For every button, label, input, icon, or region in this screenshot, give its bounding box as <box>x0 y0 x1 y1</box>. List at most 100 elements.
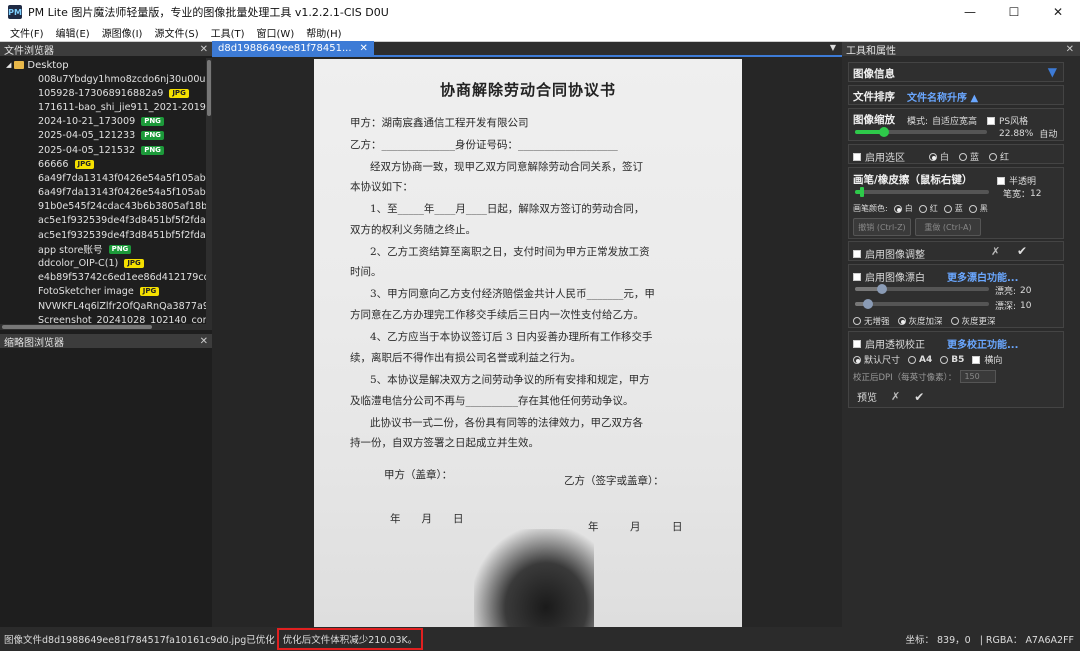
file-item[interactable]: 2025-04-05_121532 PNG <box>0 143 206 157</box>
file-item[interactable]: FotoSketcher image JPG <box>0 285 206 299</box>
perspective-preview-button[interactable]: 预览 <box>857 389 877 404</box>
whiten-none-label: 无增强 <box>864 317 890 327</box>
zoom-section: 图像缩放 模式: 自适应宽高 PS风格 22.88% 自动 <box>848 108 1064 141</box>
enable-perspective-checkbox[interactable] <box>853 339 861 348</box>
maximize-button[interactable]: ☐ <box>992 0 1036 24</box>
menu-window[interactable]: 窗口(W) <box>251 25 301 40</box>
menu-source-image[interactable]: 源图像(I) <box>96 25 149 40</box>
thumbnail-browser-close-icon[interactable]: ✕ <box>200 336 208 347</box>
landscape-checkbox[interactable] <box>972 355 981 364</box>
whiten-brightness-slider[interactable] <box>855 284 989 294</box>
document-text-line: 持一份，自双方签署之日起成立并生效。 <box>350 437 539 449</box>
enable-adjust-label: 启用图像调整 <box>865 250 925 261</box>
brush-width-slider[interactable] <box>855 187 989 197</box>
file-item-label: 2025-04-05_121233 <box>38 130 136 142</box>
image-canvas[interactable]: 协商解除劳动合同协议书 甲方：湖南宸鑫通信工程开发有限公司 乙方：________… <box>212 59 842 627</box>
undo-button[interactable]: 撤销 (Ctrl-Z) <box>853 218 911 236</box>
brush-red-radio[interactable] <box>918 204 927 213</box>
selection-blue-radio[interactable] <box>959 152 968 161</box>
size-a4-radio[interactable] <box>908 355 917 364</box>
close-button[interactable]: ✕ <box>1036 0 1080 24</box>
enable-selection-checkbox[interactable] <box>853 152 861 161</box>
coords-label: 坐标： <box>905 635 934 646</box>
tree-root-desktop[interactable]: ◢ Desktop <box>0 58 206 72</box>
selection-white-radio[interactable] <box>929 152 937 161</box>
file-item[interactable]: 2025-04-05_121233 PNG <box>0 129 206 143</box>
file-item-label: ac5e1f932539de4f3d8451bf5f2fda51 <box>38 229 206 241</box>
brush-blue-label: 蓝 <box>954 204 963 213</box>
perspective-cancel-icon[interactable]: ✗ <box>891 390 900 403</box>
perspective-apply-icon[interactable]: ✔ <box>914 390 924 404</box>
enable-whiten-checkbox[interactable] <box>853 272 861 281</box>
document-text-line: 1、至_____年____月____日起，解除双方签订的劳动合同， <box>370 203 645 215</box>
file-item[interactable]: 6a49f7da13143f0426e54a5f105ab655 <box>0 171 206 185</box>
brush-black-radio[interactable] <box>968 204 977 213</box>
menu-edit[interactable]: 编辑(E) <box>50 25 96 40</box>
file-item[interactable]: 2024-10-21_173009 PNG <box>0 115 206 129</box>
whiten-gray-deeper-radio[interactable] <box>950 317 959 325</box>
ps-style-checkbox[interactable] <box>987 116 995 125</box>
file-tree-hscroll[interactable] <box>0 324 206 330</box>
menu-source-file[interactable]: 源文件(S) <box>148 25 204 40</box>
file-item[interactable]: app store账号 PNG <box>0 242 206 256</box>
menu-help[interactable]: 帮助(H) <box>300 25 347 40</box>
whiten-gray-deeper-label: 灰度更深 <box>961 317 996 327</box>
file-item[interactable]: ac5e1f932539de4f3d8451bf5f2fda51 <box>0 228 206 242</box>
file-item[interactable]: 66666 JPG <box>0 157 206 171</box>
enable-adjust-checkbox[interactable] <box>853 249 861 258</box>
expand-arrow-icon[interactable]: ◢ <box>6 61 11 69</box>
dpi-input[interactable]: 150 <box>960 370 997 383</box>
sort-section: 文件排序 文件名称升序 ▲ <box>848 85 1064 105</box>
redo-button[interactable]: 重做 (Ctrl-A) <box>915 218 981 236</box>
document-text-line: 3、甲方同意向乙方支付经济赔偿金共计人民币_______元，甲 <box>370 288 655 300</box>
selection-red-radio[interactable] <box>989 152 998 161</box>
app-logo-icon: PM <box>8 5 22 19</box>
tab-image-file[interactable]: d8d1988649ee81f78451... ✕ <box>212 41 374 56</box>
whiten-gray-deep-radio[interactable] <box>897 317 906 325</box>
zoom-auto-button[interactable]: 自动 <box>1039 127 1057 140</box>
file-type-badge: JPG <box>169 88 189 98</box>
size-b5-radio[interactable] <box>940 355 949 364</box>
file-item[interactable]: NVWKFL4q6lZlfr2OfQaRnQa3877a9c2 <box>0 299 206 313</box>
zoom-slider[interactable] <box>855 127 987 137</box>
file-browser-close-icon[interactable]: ✕ <box>200 44 208 55</box>
thumbnail-browser-title: 缩略图浏览器 <box>4 337 64 349</box>
more-whiten-link[interactable]: 更多漂白功能... <box>947 269 1018 284</box>
finger-shadow <box>474 529 594 627</box>
file-item[interactable]: ddcolor_OIP-C(1) JPG <box>0 256 206 270</box>
image-info-section[interactable]: 图像信息 ▼ <box>848 62 1064 82</box>
file-item[interactable]: 171611-bao_shi_jie911_2021-2019nia <box>0 100 206 114</box>
file-item[interactable]: ac5e1f932539de4f3d8451bf5f2fda51_ <box>0 214 206 228</box>
size-default-radio[interactable] <box>853 355 861 364</box>
image-info-toggle-icon[interactable]: ▼ <box>1048 65 1057 79</box>
selection-red-label: 红 <box>1000 153 1010 163</box>
menu-file[interactable]: 文件(F) <box>4 25 50 40</box>
file-item-label: 105928-173068916882a9 <box>38 87 164 99</box>
whiten-none-radio[interactable] <box>853 317 861 325</box>
document-text-line: 甲方：湖南宸鑫通信工程开发有限公司 <box>350 117 529 129</box>
brush-blue-radio[interactable] <box>943 204 952 213</box>
tools-panel-close-icon[interactable]: ✕ <box>1066 44 1074 55</box>
brush-white-radio[interactable] <box>893 204 902 213</box>
menu-tools[interactable]: 工具(T) <box>205 25 251 40</box>
document-text-line: 续，离职后不得作出有损公司名誉或利益之行为。 <box>350 352 581 364</box>
file-type-badge: JPG <box>139 287 160 297</box>
zoom-mode-value[interactable]: 自适应宽高 <box>932 114 977 127</box>
translucent-checkbox[interactable] <box>997 176 1005 185</box>
translucent-label: 半透明 <box>1009 177 1037 187</box>
tab-list-dropdown-icon[interactable]: ▼ <box>830 43 836 52</box>
status-size-reduction: 优化后文件体积减少210.03K。 <box>276 628 424 650</box>
whiten-depth-slider[interactable] <box>855 299 989 309</box>
minimize-button[interactable]: — <box>948 0 992 24</box>
size-b5-label: B5 <box>951 354 965 365</box>
file-item[interactable]: 91b0e545f24cdac43b6b3805af18bdd <box>0 200 206 214</box>
more-perspective-link[interactable]: 更多校正功能... <box>947 336 1018 351</box>
adjust-cancel-icon[interactable]: ✗ <box>991 245 1000 258</box>
sort-order-link[interactable]: 文件名称升序 ▲ <box>907 89 978 104</box>
file-item[interactable]: e4b89f53742c6ed1ee86d412179cdfe <box>0 271 206 285</box>
tab-close-icon[interactable]: ✕ <box>360 43 368 54</box>
adjust-apply-icon[interactable]: ✔ <box>1017 244 1027 258</box>
file-item[interactable]: 105928-173068916882a9 JPG <box>0 86 206 100</box>
file-item[interactable]: 008u7Ybdgy1hmo8zcdo6nj30u00u0q <box>0 72 206 86</box>
file-item[interactable]: 6a49f7da13143f0426e54a5f105ab655 <box>0 186 206 200</box>
